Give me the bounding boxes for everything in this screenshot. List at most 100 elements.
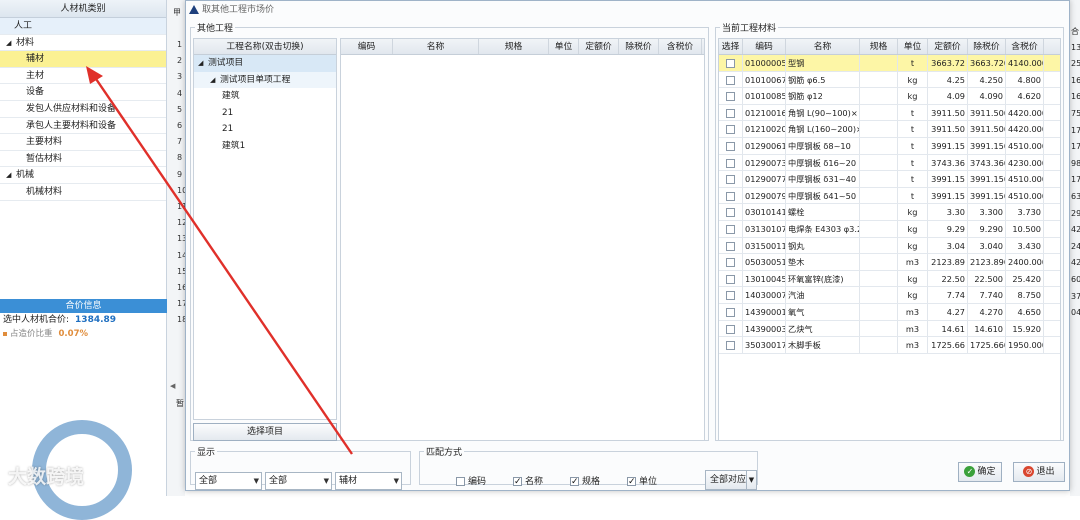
ok-button[interactable]: ✓ 确定: [958, 462, 1002, 482]
row-checkbox[interactable]: [726, 92, 735, 102]
current-grid-column-header[interactable]: 规格: [860, 39, 898, 54]
table-row[interactable]: 01290077 中厚钢板 δ31~40 t 3991.15 3991.150 4510.…: [719, 171, 1060, 188]
row-checkbox[interactable]: [726, 291, 735, 301]
match-checkbox[interactable]: [570, 477, 579, 486]
current-grid-column-header[interactable]: 选择: [719, 39, 743, 54]
current-grid-column-header[interactable]: 单位: [898, 39, 928, 54]
all-match-button[interactable]: 全部对应 ▼: [705, 470, 757, 490]
category-item[interactable]: 主要材料: [0, 134, 166, 151]
table-row[interactable]: 01210016 角钢 L(90~100)× t 3911.50 3911.500 442…: [719, 104, 1060, 122]
exit-button[interactable]: ⊘ 退出: [1013, 462, 1065, 482]
row-checkbox[interactable]: [726, 224, 735, 234]
project-tree-item[interactable]: ◢ 测试项目: [194, 55, 336, 72]
row-checkbox[interactable]: [726, 274, 735, 284]
collapse-triangle-icon[interactable]: ◢: [6, 167, 16, 184]
other-grid-column-header[interactable]: 除税价: [619, 39, 659, 54]
category-item[interactable]: 人工: [0, 18, 166, 35]
category-item[interactable]: 辅材: [0, 51, 166, 68]
category-item[interactable]: ◢ 机械: [0, 167, 166, 184]
chevron-down-icon[interactable]: ▼: [746, 471, 756, 489]
category-item[interactable]: 设备: [0, 84, 166, 101]
row-checkbox[interactable]: [726, 108, 735, 118]
category-item[interactable]: ◢ 材料: [0, 35, 166, 52]
table-row[interactable]: 01290079 中厚钢板 δ41~50 t 3991.15 3991.150 4510.…: [719, 187, 1060, 205]
row-checkbox[interactable]: [726, 341, 735, 351]
project-tree-item[interactable]: ◢ 测试项目单项工程: [194, 71, 336, 89]
match-option[interactable]: 规格: [570, 474, 600, 487]
collapse-triangle-icon[interactable]: ◢: [210, 72, 220, 89]
display-select-3[interactable]: 辅材 ▼: [335, 472, 402, 490]
other-grid-column-header[interactable]: 定额价: [579, 39, 619, 54]
project-tree-item[interactable]: 21: [194, 121, 336, 138]
row-checkbox[interactable]: [726, 75, 735, 85]
project-tree-item[interactable]: 建筑1: [194, 138, 336, 155]
select-project-button[interactable]: 选择项目: [193, 423, 337, 441]
other-grid-column-header[interactable]: 编码: [341, 39, 393, 54]
display-select-1[interactable]: 全部 ▼: [195, 472, 262, 490]
cell-name: 中厚钢板 δ41~50: [786, 187, 860, 204]
match-option[interactable]: 编码: [456, 474, 486, 487]
table-row[interactable]: 01210020 角钢 L(160~200)× t 3911.50 3911.500 44…: [719, 121, 1060, 138]
other-grid-column-header[interactable]: 单位: [549, 39, 579, 54]
current-grid-column-header[interactable]: 名称: [786, 39, 860, 54]
table-row[interactable]: 14030007 汽油 kg 7.74 7.740 8.750: [719, 287, 1060, 304]
table-row[interactable]: 14390001 氧气 m3 4.27 4.270 4.650: [719, 303, 1060, 321]
row-checkbox[interactable]: [726, 141, 735, 151]
match-checkbox[interactable]: [627, 477, 636, 486]
table-row[interactable]: 01010067 钢筋 φ6.5 kg 4.25 4.250 4.800: [719, 71, 1060, 89]
category-item[interactable]: 暂估材料: [0, 151, 166, 168]
other-grid-column-header[interactable]: 规格: [479, 39, 549, 54]
match-checkbox[interactable]: [456, 477, 465, 486]
row-checkbox[interactable]: [726, 208, 735, 218]
category-item[interactable]: 主材: [0, 68, 166, 85]
project-tree-label: 21: [222, 107, 234, 118]
current-grid-column-header[interactable]: 除税价: [968, 39, 1006, 54]
collapse-triangle-icon[interactable]: ◢: [198, 55, 208, 72]
row-checkbox[interactable]: [726, 158, 735, 168]
table-row[interactable]: 01000005 型钢 t 3663.72 3663.720 4140.000: [719, 55, 1060, 72]
cell-unit: m3: [898, 254, 928, 270]
category-item[interactable]: 发包人供应材料和设备: [0, 101, 166, 118]
row-checkbox[interactable]: [726, 175, 735, 185]
table-row[interactable]: 14390003 乙炔气 m3 14.61 14.610 15.920: [719, 320, 1060, 338]
table-row[interactable]: 01010085 钢筋 φ12 kg 4.09 4.090 4.620: [719, 88, 1060, 105]
cell-spec: [860, 121, 898, 137]
row-checkbox[interactable]: [726, 307, 735, 317]
table-row[interactable]: 03150011 钢丸 kg 3.04 3.040 3.430: [719, 237, 1060, 255]
row-checkbox[interactable]: [726, 59, 735, 68]
current-grid-column-header[interactable]: 定额价: [928, 39, 968, 54]
display-select-2[interactable]: 全部 ▼: [265, 472, 332, 490]
table-row[interactable]: 01290073 中厚钢板 δ16~20 t 3743.36 3743.360 4230.…: [719, 154, 1060, 172]
cell-name: 钢丸: [786, 237, 860, 254]
current-grid-column-header[interactable]: 编码: [743, 39, 786, 54]
table-row[interactable]: 13010045 环氧富锌(底漆) kg 22.50 22.500 25.420: [719, 270, 1060, 288]
table-row[interactable]: 05030051 垫木 m3 2123.89 2123.890 2400.000: [719, 254, 1060, 271]
row-checkbox[interactable]: [726, 191, 735, 201]
strip-top-label: 甲: [173, 8, 181, 17]
match-option[interactable]: 名称: [513, 474, 543, 487]
collapse-triangle-icon[interactable]: ◢: [6, 35, 16, 52]
row-checkbox[interactable]: [726, 125, 735, 135]
table-row[interactable]: 35030017 木脚手板 m3 1725.66 1725.660 1950.000: [719, 337, 1060, 354]
match-option[interactable]: 单位: [627, 474, 657, 487]
table-row[interactable]: 03130107 电焊条 E4303 φ3.2 kg 9.29 9.290 10.500: [719, 220, 1060, 238]
background-value: 25: [1071, 59, 1080, 69]
table-row[interactable]: 01290061 中厚钢板 δ8~10 t 3991.15 3991.150 4510.0…: [719, 137, 1060, 155]
cell-spec: [860, 88, 898, 104]
row-checkbox[interactable]: [726, 258, 735, 268]
project-tree-item[interactable]: 建筑: [194, 88, 336, 105]
other-grid-column-header[interactable]: 含税价: [659, 39, 702, 54]
row-checkbox[interactable]: [726, 241, 735, 251]
category-item[interactable]: 机械材料: [0, 184, 166, 201]
select-cell: [719, 171, 743, 187]
other-grid-column-header[interactable]: 名称: [393, 39, 479, 54]
row-checkbox[interactable]: [726, 324, 735, 334]
category-item[interactable]: 承包人主要材料和设备: [0, 118, 166, 135]
table-row[interactable]: 03010141 螺栓 kg 3.30 3.300 3.730: [719, 204, 1060, 221]
match-checkbox[interactable]: [513, 477, 522, 486]
cell-unit: kg: [898, 237, 928, 254]
cell-quota: 1725.66: [928, 337, 968, 353]
project-tree-item[interactable]: 21: [194, 105, 336, 122]
scroll-left-icon[interactable]: ◀: [170, 382, 175, 390]
current-grid-column-header[interactable]: 含税价: [1006, 39, 1044, 54]
